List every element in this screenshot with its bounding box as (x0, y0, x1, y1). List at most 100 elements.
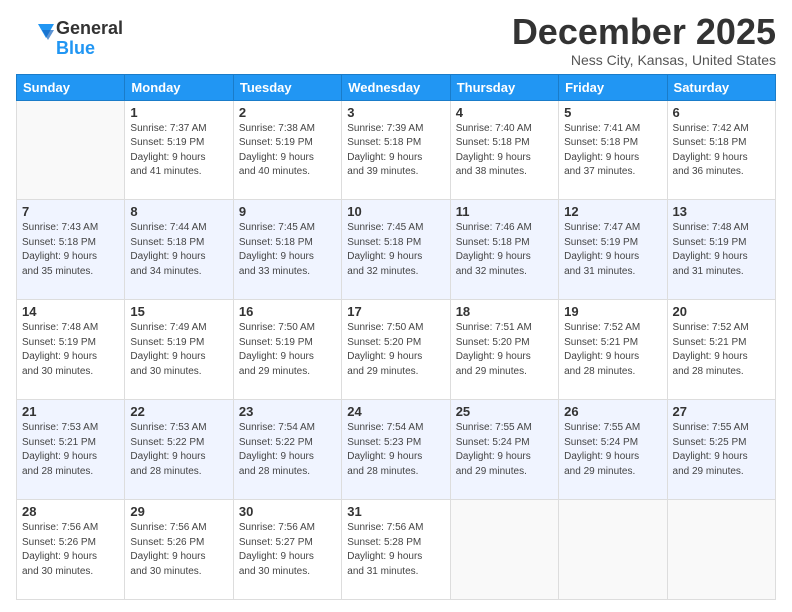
day-number: 23 (239, 404, 336, 419)
day-info: Sunrise: 7:41 AM Sunset: 5:18 PM Dayligh… (564, 122, 661, 180)
calendar-week-row: 21 Sunrise: 7:53 AM Sunset: 5:21 PM Dayli… (17, 400, 776, 500)
day-info: Sunrise: 7:56 AM Sunset: 5:27 PM Dayligh… (239, 521, 336, 579)
day-info: Sunrise: 7:53 AM Sunset: 5:21 PM Dayligh… (22, 421, 119, 479)
logo-blue-label: Blue (56, 39, 123, 59)
main-title: December 2025 (512, 12, 776, 52)
day-number: 26 (564, 404, 661, 419)
table-row: 6 Sunrise: 7:42 AM Sunset: 5:18 PM Daylig… (667, 100, 775, 200)
table-row: 17 Sunrise: 7:50 AM Sunset: 5:20 PM Dayli… (342, 300, 450, 400)
day-number: 4 (456, 105, 553, 120)
day-number: 6 (673, 105, 770, 120)
day-info: Sunrise: 7:50 AM Sunset: 5:19 PM Dayligh… (239, 321, 336, 379)
table-row: 8Sunrise: 7:44 AM Sunset: 5:18 PM Daylig… (125, 200, 233, 300)
table-row: 11 Sunrise: 7:46 AM Sunset: 5:18 PM Dayli… (450, 200, 558, 300)
col-tuesday: Tuesday (233, 74, 341, 100)
table-row: 14 Sunrise: 7:48 AM Sunset: 5:19 PM Dayli… (17, 300, 125, 400)
day-info: Sunrise: 7:50 AM Sunset: 5:20 PM Dayligh… (347, 321, 444, 379)
day-number: 31 (347, 504, 444, 519)
day-number: 24 (347, 404, 444, 419)
day-number: 29 (130, 504, 227, 519)
table-row: 16Sunrise: 7:50 AM Sunset: 5:19 PM Dayli… (233, 300, 341, 400)
table-row: 20Sunrise: 7:52 AM Sunset: 5:21 PM Dayli… (667, 300, 775, 400)
logo: General Blue (16, 16, 123, 61)
day-number: 14 (22, 304, 119, 319)
day-number: 17 (347, 304, 444, 319)
day-info: Sunrise: 7:40 AM Sunset: 5:18 PM Dayligh… (456, 122, 553, 180)
col-thursday: Thursday (450, 74, 558, 100)
col-friday: Friday (559, 74, 667, 100)
table-row: 22Sunrise: 7:53 AM Sunset: 5:22 PM Dayli… (125, 400, 233, 500)
day-number: 11 (456, 204, 553, 219)
table-row: 9Sunrise: 7:45 AM Sunset: 5:18 PM Daylig… (233, 200, 341, 300)
day-info: Sunrise: 7:48 AM Sunset: 5:19 PM Dayligh… (673, 221, 770, 279)
day-info: Sunrise: 7:37 AM Sunset: 5:19 PM Dayligh… (130, 122, 227, 180)
table-row (450, 500, 558, 600)
day-info: Sunrise: 7:38 AM Sunset: 5:19 PM Dayligh… (239, 122, 336, 180)
day-number: 18 (456, 304, 553, 319)
day-info: Sunrise: 7:52 AM Sunset: 5:21 PM Dayligh… (564, 321, 661, 379)
table-row: 15 Sunrise: 7:49 AM Sunset: 5:19 PM Dayli… (125, 300, 233, 400)
day-info: Sunrise: 7:56 AM Sunset: 5:26 PM Dayligh… (130, 521, 227, 579)
day-number: 21 (22, 404, 119, 419)
day-number: 19 (564, 304, 661, 319)
day-info: Sunrise: 7:56 AM Sunset: 5:26 PM Dayligh… (22, 521, 119, 579)
table-row: 27 Sunrise: 7:55 AM Sunset: 5:25 PM Dayli… (667, 400, 775, 500)
calendar-week-row: 14 Sunrise: 7:48 AM Sunset: 5:19 PM Dayli… (17, 300, 776, 400)
day-number: 9 (239, 204, 336, 219)
day-info: Sunrise: 7:54 AM Sunset: 5:22 PM Dayligh… (239, 421, 336, 479)
day-info: Sunrise: 7:55 AM Sunset: 5:24 PM Dayligh… (456, 421, 553, 479)
table-row: 13Sunrise: 7:48 AM Sunset: 5:19 PM Dayli… (667, 200, 775, 300)
day-number: 22 (130, 404, 227, 419)
day-number: 15 (130, 304, 227, 319)
calendar-header-row: Sunday Monday Tuesday Wednesday Thursday… (17, 74, 776, 100)
day-info: Sunrise: 7:54 AM Sunset: 5:23 PM Dayligh… (347, 421, 444, 479)
day-info: Sunrise: 7:48 AM Sunset: 5:19 PM Dayligh… (22, 321, 119, 379)
day-info: Sunrise: 7:56 AM Sunset: 5:28 PM Dayligh… (347, 521, 444, 579)
calendar-week-row: 7Sunrise: 7:43 AM Sunset: 5:18 PM Daylig… (17, 200, 776, 300)
table-row: 4 Sunrise: 7:40 AM Sunset: 5:18 PM Daylig… (450, 100, 558, 200)
table-row: 2 Sunrise: 7:38 AM Sunset: 5:19 PM Daylig… (233, 100, 341, 200)
day-info: Sunrise: 7:55 AM Sunset: 5:25 PM Dayligh… (673, 421, 770, 479)
day-info: Sunrise: 7:49 AM Sunset: 5:19 PM Dayligh… (130, 321, 227, 379)
day-info: Sunrise: 7:46 AM Sunset: 5:18 PM Dayligh… (456, 221, 553, 279)
table-row: 18Sunrise: 7:51 AM Sunset: 5:20 PM Dayli… (450, 300, 558, 400)
day-info: Sunrise: 7:52 AM Sunset: 5:21 PM Dayligh… (673, 321, 770, 379)
day-number: 5 (564, 105, 661, 120)
day-info: Sunrise: 7:42 AM Sunset: 5:18 PM Dayligh… (673, 122, 770, 180)
table-row (17, 100, 125, 200)
col-monday: Monday (125, 74, 233, 100)
table-row: 31 Sunrise: 7:56 AM Sunset: 5:28 PM Dayli… (342, 500, 450, 600)
table-row (667, 500, 775, 600)
day-number: 27 (673, 404, 770, 419)
day-info: Sunrise: 7:47 AM Sunset: 5:19 PM Dayligh… (564, 221, 661, 279)
table-row: 21 Sunrise: 7:53 AM Sunset: 5:21 PM Dayli… (17, 400, 125, 500)
col-wednesday: Wednesday (342, 74, 450, 100)
day-number: 25 (456, 404, 553, 419)
day-number: 28 (22, 504, 119, 519)
day-number: 2 (239, 105, 336, 120)
day-info: Sunrise: 7:45 AM Sunset: 5:18 PM Dayligh… (347, 221, 444, 279)
day-number: 10 (347, 204, 444, 219)
table-row: 23 Sunrise: 7:54 AM Sunset: 5:22 PM Dayli… (233, 400, 341, 500)
day-number: 30 (239, 504, 336, 519)
day-info: Sunrise: 7:39 AM Sunset: 5:18 PM Dayligh… (347, 122, 444, 180)
table-row (559, 500, 667, 600)
header: General Blue December 2025 Ness City, Ka… (16, 12, 776, 68)
table-row: 1Sunrise: 7:37 AM Sunset: 5:19 PM Daylig… (125, 100, 233, 200)
table-row: 12 Sunrise: 7:47 AM Sunset: 5:19 PM Dayli… (559, 200, 667, 300)
table-row: 26Sunrise: 7:55 AM Sunset: 5:24 PM Dayli… (559, 400, 667, 500)
table-row: 24 Sunrise: 7:54 AM Sunset: 5:23 PM Dayli… (342, 400, 450, 500)
col-saturday: Saturday (667, 74, 775, 100)
day-number: 12 (564, 204, 661, 219)
calendar: Sunday Monday Tuesday Wednesday Thursday… (16, 74, 776, 600)
logo-general-label: General (56, 19, 123, 39)
calendar-week-row: 1Sunrise: 7:37 AM Sunset: 5:19 PM Daylig… (17, 100, 776, 200)
day-number: 7 (22, 204, 119, 219)
subtitle: Ness City, Kansas, United States (512, 52, 776, 68)
logo-icon (16, 16, 56, 61)
page: General Blue December 2025 Ness City, Ka… (0, 0, 792, 612)
title-section: December 2025 Ness City, Kansas, United … (512, 12, 776, 68)
col-sunday: Sunday (17, 74, 125, 100)
table-row: 3Sunrise: 7:39 AM Sunset: 5:18 PM Daylig… (342, 100, 450, 200)
table-row: 10 Sunrise: 7:45 AM Sunset: 5:18 PM Dayli… (342, 200, 450, 300)
